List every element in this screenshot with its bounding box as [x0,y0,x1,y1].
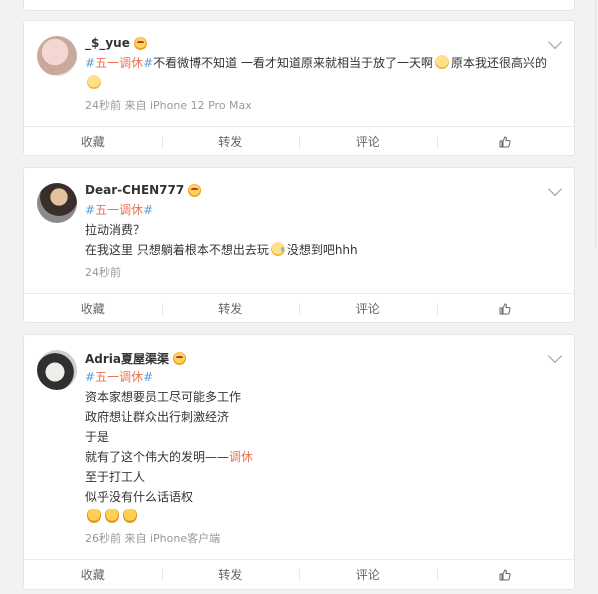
favorite-label: 收藏 [80,302,105,316]
post-text-line: 不看微博不知道 一看才知道原来就相当于放了一天啊 [153,56,433,70]
avatar[interactable] [37,36,77,76]
hashtag-link[interactable]: #五一调休# [85,370,153,384]
like-button[interactable] [436,127,575,156]
clap-emoji-icon [123,509,137,523]
post-card: _$_yue #五一调休#不看微博不知道 一看才知道原来就相当于放了一天啊 原本我… [23,20,575,156]
vip-badge-icon [188,183,202,197]
favorite-button[interactable]: 收藏 [24,560,162,589]
post-text-line: 拉动消费？ [85,223,146,237]
favorite-label: 收藏 [80,568,105,582]
vip-badge-icon [173,352,187,365]
post-text-line: 至于打工人 [85,470,146,484]
post-text-line: 政府想让群众出行刺激经济 [85,410,230,424]
post-text-line: 于是 [85,430,110,444]
repost-label: 转发 [218,568,243,582]
crying-emoji-icon [270,242,285,256]
smile-emoji-icon [87,75,101,89]
post-text-line: 在我这里 只想躺着根本不想出去玩 [85,243,269,257]
post-text: #五一调休#不看微博不知道 一看才知道原来就相当于放了一天啊 原本我还很高兴的 [85,53,556,93]
post-author[interactable]: Dear-CHEN777 [85,183,202,197]
favorite-button[interactable]: 收藏 [24,127,162,156]
favorite-label: 收藏 [80,135,105,149]
post-author[interactable]: _$_yue [85,36,147,50]
post-card: Dear-CHEN777 #五一调休# 拉动消费？ 在我这里 只想躺着根本不想出… [23,167,575,323]
comment-button[interactable]: 评论 [299,294,437,323]
chevron-down-icon[interactable] [547,348,563,364]
clap-emoji-icon [105,509,119,523]
post-meta: 26秒前 来自 iPhone客户端 [85,532,221,545]
username[interactable]: Adria夏屋渠渠 [85,350,169,367]
hashtag-link[interactable]: #五一调休# [85,56,153,70]
post-meta: 24秒前 [85,266,121,279]
post-text-line: 没想到吧hhh [286,243,358,257]
favorite-button[interactable]: 收藏 [24,294,162,323]
post-toolbar: 收藏 转发 评论 [24,559,574,589]
like-icon [499,568,511,580]
smile-emoji-icon [434,55,449,69]
username[interactable]: Dear-CHEN777 [85,183,184,197]
avatar[interactable] [37,183,77,223]
post-text-line: 原本我还很高兴的 [450,56,547,70]
previous-post-card-bottom [23,0,575,11]
comment-label: 评论 [355,568,380,582]
username[interactable]: _$_yue [85,36,130,50]
post-text: #五一调休# 拉动消费？ 在我这里 只想躺着根本不想出去玩 没想到吧hhh [85,200,556,260]
post-text-line: 就有了这个伟大的发明—— [85,450,230,464]
highlight-text: 调休 [229,450,254,464]
post-author[interactable]: Adria夏屋渠渠 [85,350,187,367]
post-text-line: 资本家想要员工尽可能多工作 [85,390,242,404]
hashtag-link[interactable]: #五一调休# [85,203,153,217]
post-text-line: 似乎没有什么话语权 [85,490,194,504]
post-card: Adria夏屋渠渠 #五一调休# 资本家想要员工尽可能多工作 政府想让群众出行刺… [23,334,575,590]
repost-button[interactable]: 转发 [161,560,300,589]
chevron-down-icon[interactable] [547,181,563,197]
like-button[interactable] [436,560,575,589]
scrollbar-track[interactable] [588,0,598,594]
comment-label: 评论 [355,135,380,149]
repost-label: 转发 [218,302,243,316]
like-icon [499,135,511,147]
vip-badge-icon [133,36,147,50]
like-button[interactable] [436,294,575,323]
post-text: #五一调休# 资本家想要员工尽可能多工作 政府想让群众出行刺激经济 于是 就有了… [85,367,556,527]
comment-button[interactable]: 评论 [299,127,437,156]
chevron-down-icon[interactable] [547,34,563,50]
post-meta: 24秒前 来自 iPhone 12 Pro Max [85,99,252,112]
like-icon [499,302,511,314]
clap-emoji-icon [87,509,101,523]
post-toolbar: 收藏 转发 评论 [24,293,574,323]
comment-label: 评论 [355,302,380,316]
repost-button[interactable]: 转发 [161,294,300,323]
post-toolbar: 收藏 转发 评论 [24,126,574,156]
repost-button[interactable]: 转发 [161,127,300,156]
avatar[interactable] [37,350,77,390]
repost-label: 转发 [218,135,243,149]
comment-button[interactable]: 评论 [299,560,437,589]
